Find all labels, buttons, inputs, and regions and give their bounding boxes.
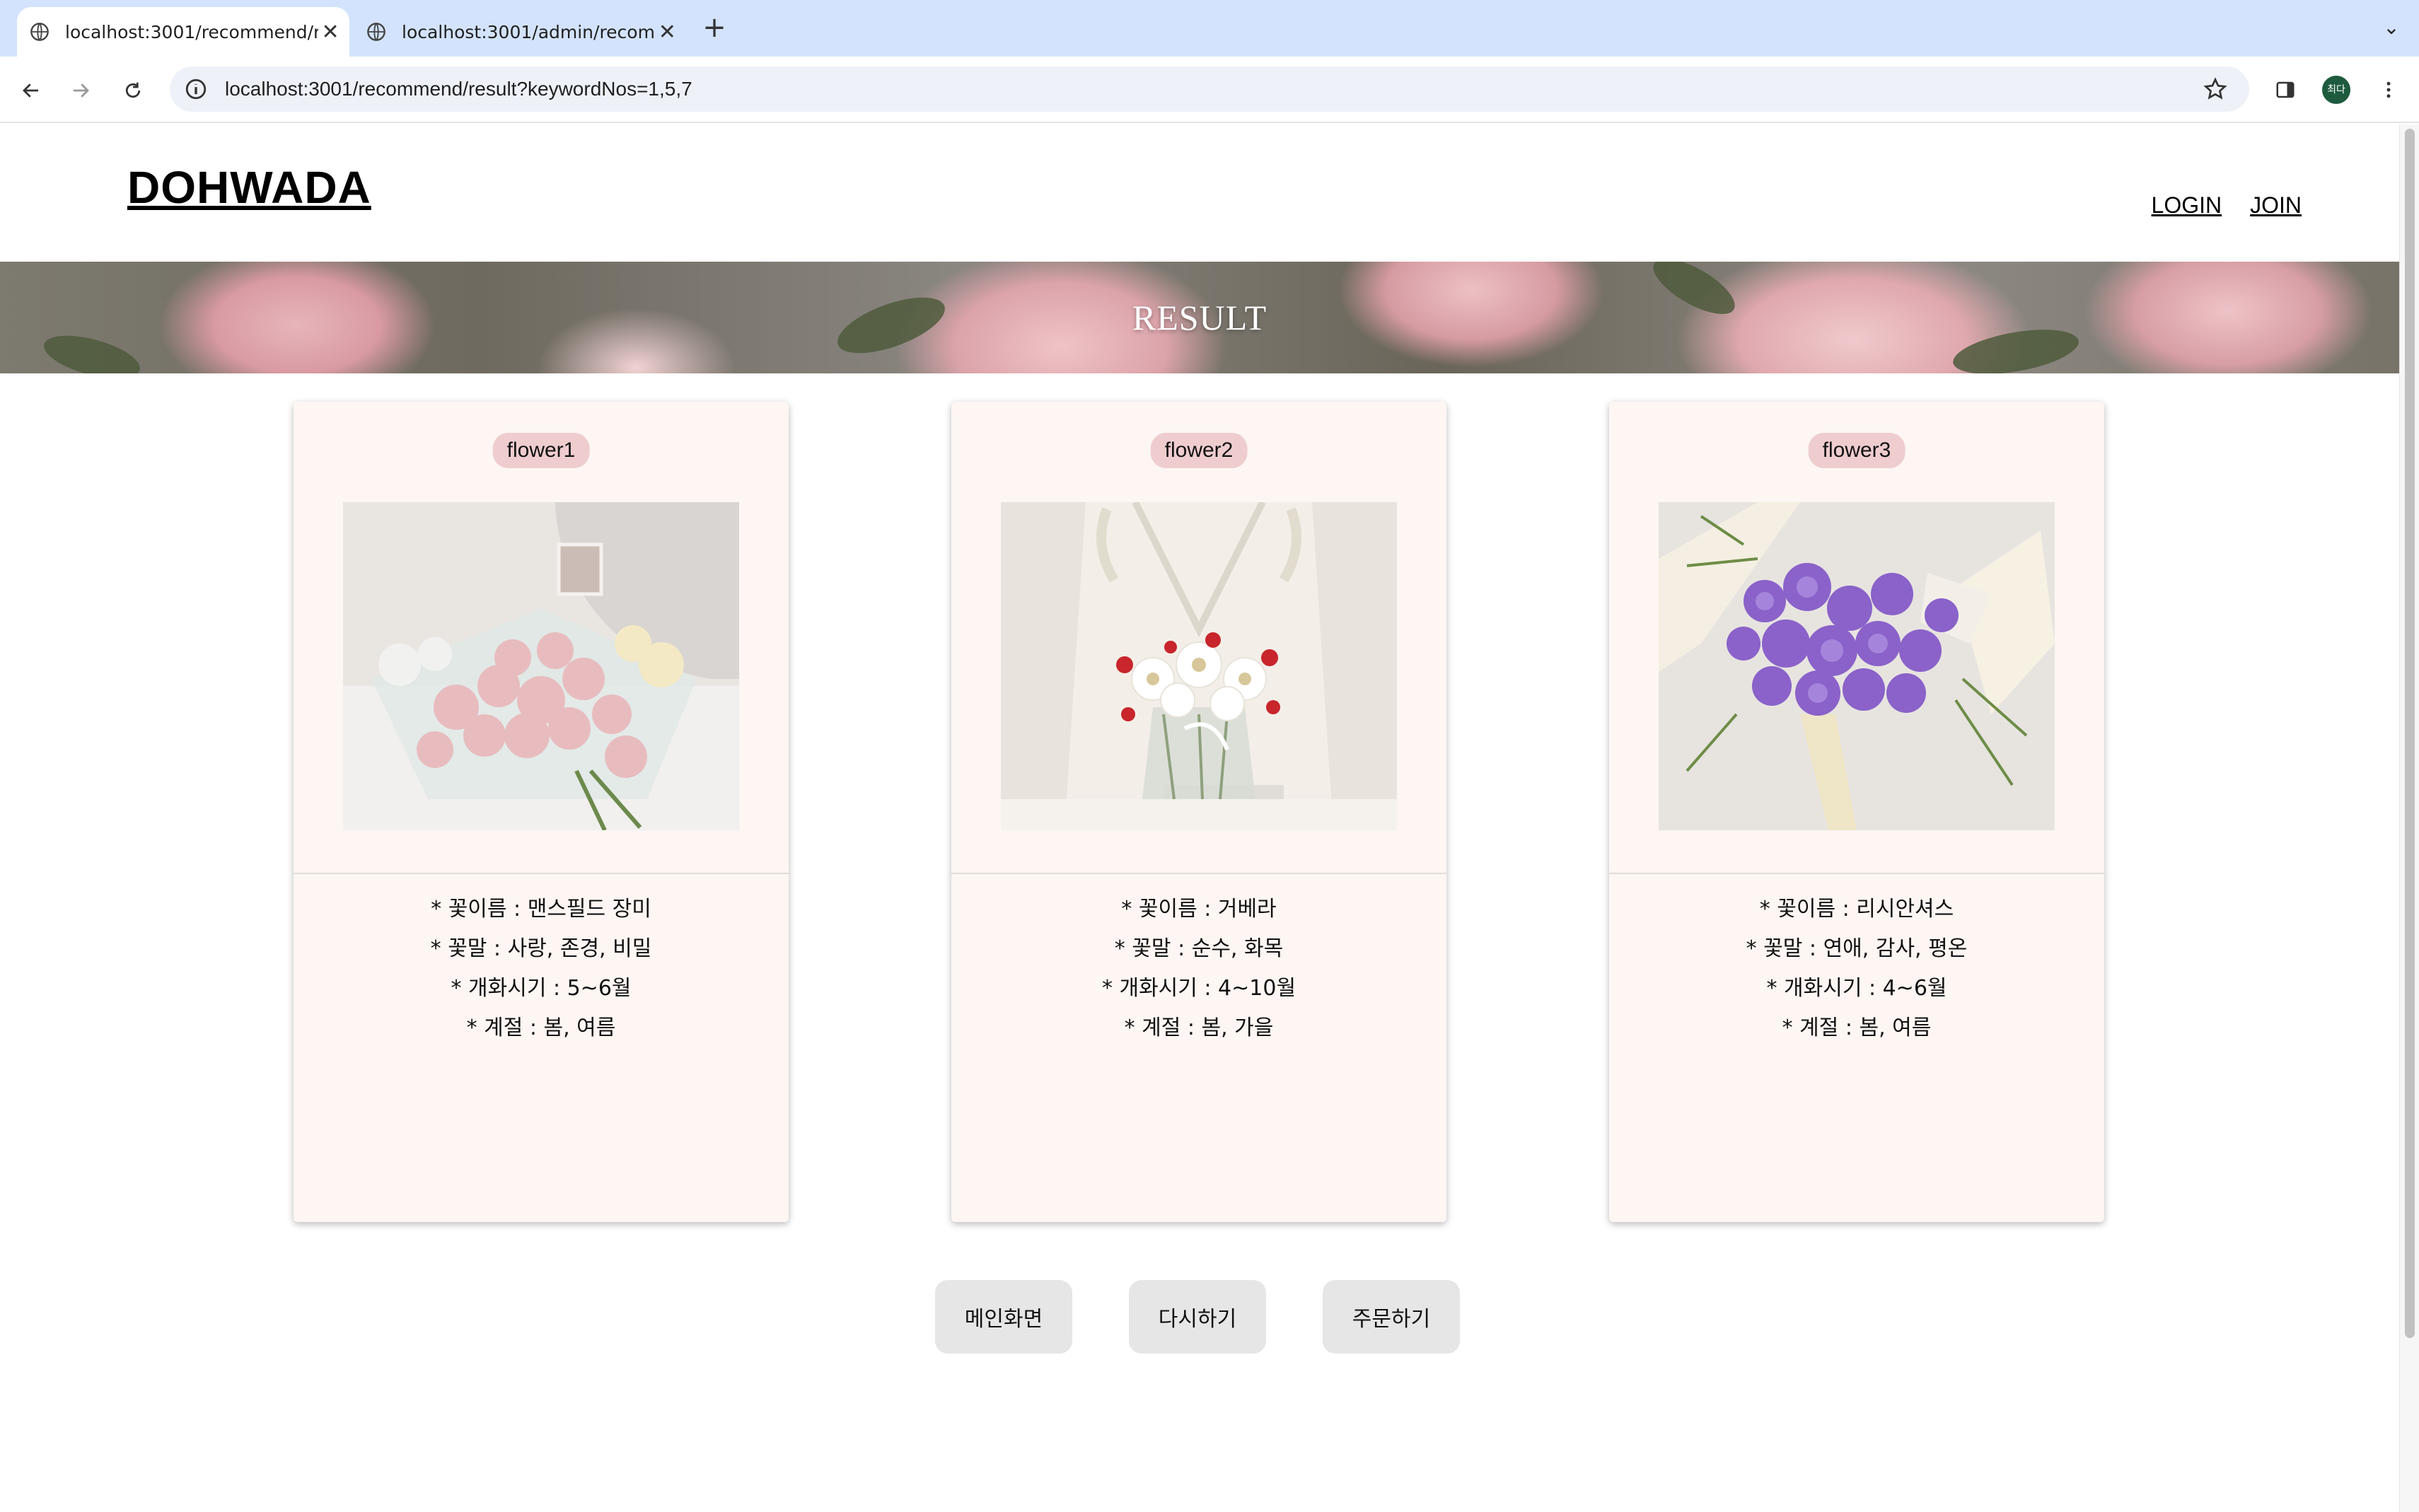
flower-meaning: * 꽃말 : 사랑, 존경, 비밀: [430, 936, 652, 961]
page-title: RESULT: [1132, 298, 1267, 337]
header-nav: LOGIN JOIN: [2152, 192, 2302, 219]
side-panel-button[interactable]: [2268, 72, 2303, 107]
chevron-down-icon[interactable]: ⌄: [2374, 10, 2409, 45]
scrollbar-thumb[interactable]: [2405, 129, 2415, 1338]
flower-bloom-period: * 개화시기 : 5~6월: [451, 976, 632, 1001]
flower-photo: [1001, 502, 1397, 830]
join-link[interactable]: JOIN: [2250, 192, 2302, 219]
globe-icon: [30, 23, 49, 41]
order-button[interactable]: 주문하기: [1323, 1280, 1460, 1354]
flower-bloom-period: * 개화시기 : 4~6월: [1766, 976, 1947, 1001]
flower-badge: flower1: [492, 433, 590, 468]
flower-card: flower3 * 꽃이름: 리시안셔스 * 꽃말: 연애, 감사, 평온 …: [1609, 402, 2104, 1222]
tab-admin-recommend[interactable]: localhost:3001/admin/recommend ✕: [354, 7, 686, 57]
card-divider: [1609, 873, 2104, 874]
profile-button[interactable]: 최다: [2319, 72, 2354, 107]
new-tab-button[interactable]: +: [697, 10, 732, 45]
browser-menu-button[interactable]: [2371, 72, 2406, 107]
page-scrollbar[interactable]: [2399, 124, 2419, 1512]
tab-recommend-result[interactable]: localhost:3001/recommend/result ✕: [17, 7, 349, 57]
forward-button[interactable]: [61, 71, 100, 110]
back-button[interactable]: [11, 71, 51, 110]
retry-button[interactable]: 다시하기: [1129, 1280, 1266, 1354]
flower-card: flower1 * 꽃이름: 맨스필드 장미 * 꽃말: 사랑, 존경, 비…: [294, 402, 789, 1222]
result-banner: RESULT: [0, 262, 2399, 373]
flower-name: * 꽃이름 : 리시안셔스: [1759, 897, 1954, 921]
flower-name: * 꽃이름 : 거베라: [1121, 897, 1277, 921]
tab-title: localhost:3001/recommend/result: [65, 21, 319, 42]
flower-info: * 꽃이름 : 리시안셔스 * 꽃말 : 연애, 감사, 평온 * 개화시기 :…: [1609, 890, 2104, 1048]
flower-season: * 계절 : 봄, 가을: [1124, 1016, 1274, 1040]
bookmark-star-icon[interactable]: [2203, 76, 2228, 102]
card-divider: [951, 873, 1446, 874]
login-link[interactable]: LOGIN: [2152, 192, 2222, 219]
close-icon[interactable]: ✕: [656, 20, 679, 45]
avatar: 최다: [2322, 76, 2350, 104]
page-viewport: DOHWADA LOGIN JOIN RESULT flower1 * 꽃이름 …: [0, 124, 2399, 1512]
flower-info: * 꽃이름 : 거베라 * 꽃말 : 순수, 화목 * 개화시기 : 4~10월…: [951, 890, 1446, 1048]
url-text: localhost:3001/recommend/result?keywordN…: [225, 78, 692, 100]
flower-photo: [343, 502, 739, 830]
flower-badge: flower2: [1150, 433, 1248, 468]
main-page-button[interactable]: 메인화면: [935, 1280, 1072, 1354]
side-panel-icon: [2276, 81, 2295, 98]
flower-photo: [1659, 502, 2055, 830]
browser-tab-bar: localhost:3001/recommend/result ✕ localh…: [0, 0, 2419, 57]
address-bar[interactable]: localhost:3001/recommend/result?keywordN…: [170, 66, 2249, 112]
reload-icon: [125, 82, 141, 98]
reload-button[interactable]: [113, 71, 153, 110]
tab-title: localhost:3001/admin/recommend: [402, 21, 656, 42]
flower-card: flower2 * 꽃이름: 거베라 * 꽃말: 순수, 화목 * 개화시기…: [951, 402, 1446, 1222]
flower-name: * 꽃이름 : 맨스필드 장미: [431, 897, 651, 921]
more-vertical-icon: [2386, 81, 2391, 98]
flower-meaning: * 꽃말 : 연애, 감사, 평온: [1746, 936, 1968, 961]
action-buttons: 메인화면 다시하기 주문하기: [0, 1280, 2399, 1354]
flower-info: * 꽃이름 : 맨스필드 장미 * 꽃말 : 사랑, 존경, 비밀 * 개화시기…: [294, 890, 789, 1048]
browser-toolbar: localhost:3001/recommend/result?keywordN…: [0, 57, 2419, 123]
flower-bloom-period: * 개화시기 : 4~10월: [1101, 976, 1296, 1001]
close-icon[interactable]: ✕: [318, 20, 342, 45]
globe-icon: [367, 23, 385, 41]
arrow-right-icon: [74, 83, 89, 98]
card-divider: [294, 873, 789, 874]
flower-meaning: * 꽃말 : 순수, 화목: [1114, 936, 1284, 961]
arrow-left-icon: [23, 83, 38, 98]
flower-badge: flower3: [1808, 433, 1905, 468]
site-logo[interactable]: DOHWADA: [127, 161, 371, 214]
flower-season: * 계절 : 봄, 여름: [466, 1016, 616, 1040]
flower-season: * 계절 : 봄, 여름: [1782, 1016, 1932, 1040]
info-icon[interactable]: [184, 77, 208, 101]
